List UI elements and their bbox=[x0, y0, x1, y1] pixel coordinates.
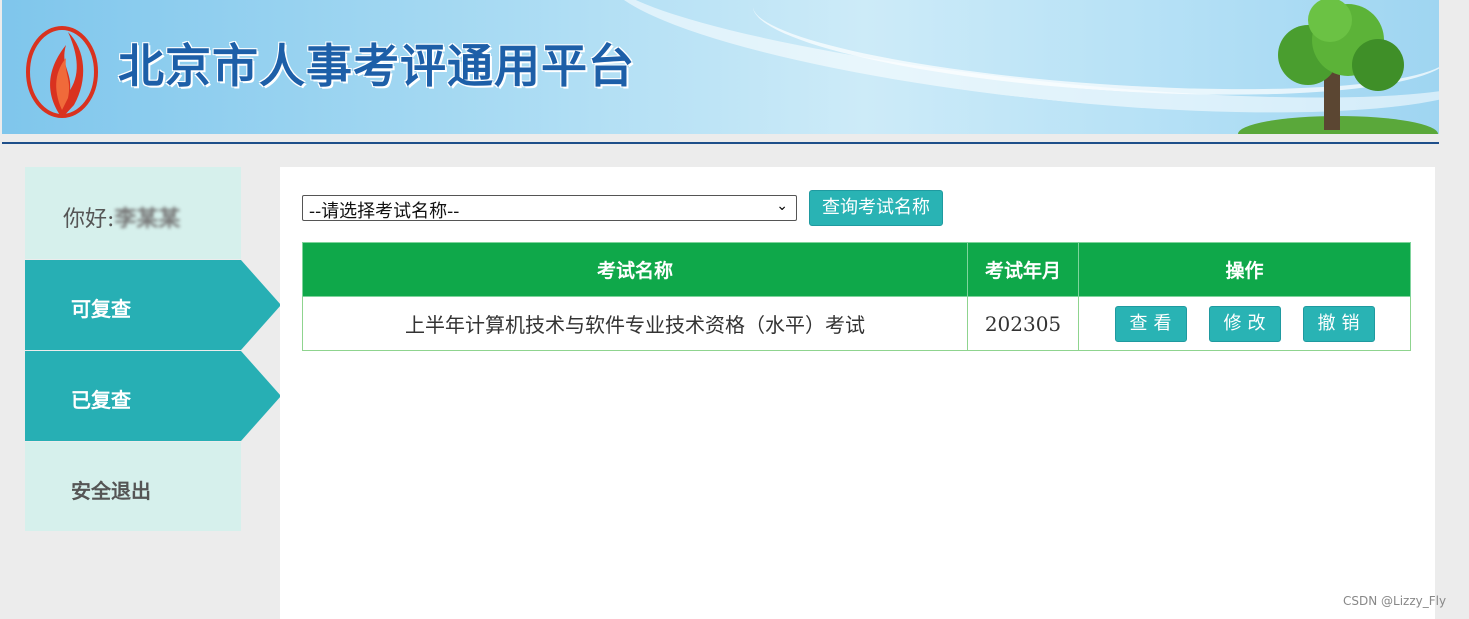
header-divider bbox=[2, 142, 1439, 144]
view-button[interactable]: 查看 bbox=[1114, 305, 1187, 342]
exam-name-cell: 上半年计算机技术与软件专业技术资格（水平）考试 bbox=[302, 296, 968, 351]
exam-table: 考试名称 考试年月 操作 上半年计算机技术与软件专业技术资格（水平）考试 202… bbox=[302, 242, 1411, 351]
column-header-exam-name: 考试名称 bbox=[302, 242, 968, 297]
query-exam-button[interactable]: 查询考试名称 bbox=[809, 190, 943, 226]
column-header-actions: 操作 bbox=[1078, 242, 1411, 297]
sidebar-item-logout[interactable]: 安全退出 bbox=[25, 442, 241, 531]
sidebar-item-label: 安全退出 bbox=[71, 479, 151, 503]
sidebar-item-label: 已复查 bbox=[71, 388, 131, 412]
sidebar-item-reviewable[interactable]: 可复查 bbox=[25, 260, 281, 350]
revoke-button[interactable]: 撤销 bbox=[1302, 305, 1375, 342]
sidebar-item-label: 可复查 bbox=[71, 297, 131, 321]
tree-decoration-icon bbox=[1238, 0, 1438, 134]
edit-button[interactable]: 修改 bbox=[1208, 305, 1281, 342]
exam-name-select[interactable]: --请选择考试名称-- ⌄ bbox=[302, 195, 797, 222]
select-value: --请选择考试名称-- bbox=[309, 201, 460, 222]
sidebar: 你好:李某某 可复查 已复查 安全退出 bbox=[25, 167, 281, 531]
site-title: 北京市人事考评通用平台 bbox=[118, 39, 635, 93]
username: 李某某 bbox=[114, 206, 181, 232]
main-panel: --请选择考试名称-- ⌄ 查询考试名称 考试名称 考试年月 操作 上半年计算机… bbox=[280, 167, 1435, 619]
actions-cell: 查看 修改 撤销 bbox=[1078, 296, 1411, 351]
greeting-prefix: 你好: bbox=[63, 207, 115, 232]
header-banner: 北京市人事考评通用平台 bbox=[2, 0, 1439, 134]
column-header-exam-date: 考试年月 bbox=[967, 242, 1079, 297]
greeting: 你好:李某某 bbox=[25, 167, 241, 259]
table-header-row: 考试名称 考试年月 操作 bbox=[302, 242, 1411, 297]
sidebar-item-reviewed[interactable]: 已复查 bbox=[25, 351, 281, 441]
exam-date-cell: 202305 bbox=[967, 296, 1079, 351]
table-row: 上半年计算机技术与软件专业技术资格（水平）考试 202305 查看 修改 撤销 bbox=[302, 296, 1411, 351]
watermark: CSDN @Lizzy_Fly bbox=[1343, 594, 1447, 608]
flame-logo-icon bbox=[26, 26, 98, 118]
chevron-down-icon: ⌄ bbox=[776, 198, 788, 214]
